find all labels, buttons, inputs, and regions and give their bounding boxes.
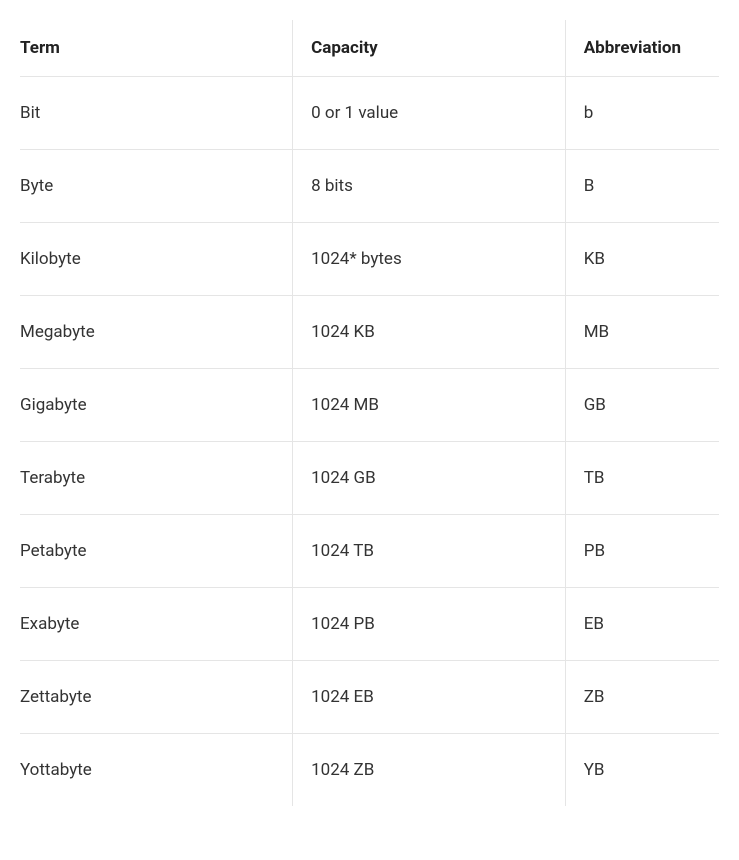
cell-capacity: 1024 PB — [293, 588, 566, 661]
cell-abbreviation: YB — [565, 734, 719, 807]
cell-capacity: 1024 MB — [293, 369, 566, 442]
cell-term: Exabyte — [20, 588, 293, 661]
cell-abbreviation: EB — [565, 588, 719, 661]
cell-capacity: 1024 GB — [293, 442, 566, 515]
table-row: Petabyte 1024 TB PB — [20, 515, 719, 588]
cell-abbreviation: GB — [565, 369, 719, 442]
table-row: Gigabyte 1024 MB GB — [20, 369, 719, 442]
cell-capacity: 8 bits — [293, 150, 566, 223]
cell-capacity: 1024* bytes — [293, 223, 566, 296]
cell-term: Megabyte — [20, 296, 293, 369]
cell-capacity: 1024 TB — [293, 515, 566, 588]
table-header-row: Term Capacity Abbreviation — [20, 20, 719, 77]
cell-term: Terabyte — [20, 442, 293, 515]
table-row: Megabyte 1024 KB MB — [20, 296, 719, 369]
cell-capacity: 1024 EB — [293, 661, 566, 734]
cell-term: Petabyte — [20, 515, 293, 588]
cell-abbreviation: TB — [565, 442, 719, 515]
header-capacity: Capacity — [293, 20, 566, 77]
table-row: Yottabyte 1024 ZB YB — [20, 734, 719, 807]
cell-capacity: 0 or 1 value — [293, 77, 566, 150]
cell-term: Zettabyte — [20, 661, 293, 734]
cell-abbreviation: B — [565, 150, 719, 223]
cell-term: Byte — [20, 150, 293, 223]
cell-abbreviation: PB — [565, 515, 719, 588]
data-capacity-table: Term Capacity Abbreviation Bit 0 or 1 va… — [20, 20, 719, 806]
table-row: Zettabyte 1024 EB ZB — [20, 661, 719, 734]
table-row: Bit 0 or 1 value b — [20, 77, 719, 150]
header-abbreviation: Abbreviation — [565, 20, 719, 77]
cell-capacity: 1024 ZB — [293, 734, 566, 807]
table-row: Exabyte 1024 PB EB — [20, 588, 719, 661]
table-row: Kilobyte 1024* bytes KB — [20, 223, 719, 296]
table-row: Terabyte 1024 GB TB — [20, 442, 719, 515]
cell-abbreviation: KB — [565, 223, 719, 296]
cell-term: Gigabyte — [20, 369, 293, 442]
cell-term: Bit — [20, 77, 293, 150]
cell-abbreviation: MB — [565, 296, 719, 369]
cell-term: Kilobyte — [20, 223, 293, 296]
cell-term: Yottabyte — [20, 734, 293, 807]
header-term: Term — [20, 20, 293, 77]
table-row: Byte 8 bits B — [20, 150, 719, 223]
cell-abbreviation: ZB — [565, 661, 719, 734]
cell-abbreviation: b — [565, 77, 719, 150]
cell-capacity: 1024 KB — [293, 296, 566, 369]
